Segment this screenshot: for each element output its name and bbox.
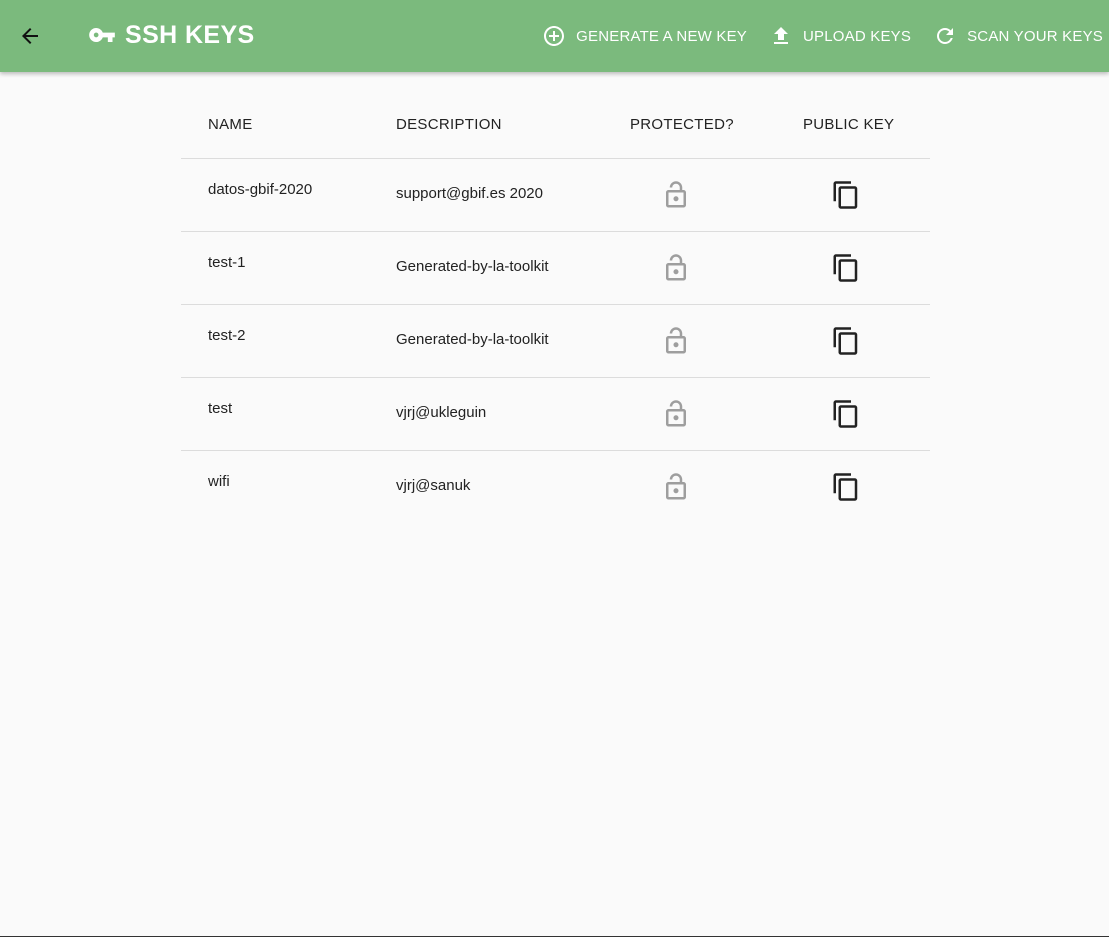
page-title: SSH KEYS <box>125 20 255 49</box>
refresh-icon <box>937 28 954 44</box>
upload-keys-label: UPLOAD KEYS <box>803 27 912 45</box>
key-name: test-1 <box>208 254 246 271</box>
scan-keys-label: SCAN YOUR KEYS <box>967 27 1103 45</box>
arrow-back-icon <box>22 28 38 44</box>
lock-open-icon <box>666 473 686 500</box>
ssh-keys-table: NAME DESCRIPTION PROTECTED? PUBLIC KEY d… <box>181 91 930 523</box>
copy-public-key-icon[interactable] <box>831 326 861 356</box>
page-title-group: SSH KEYS <box>88 18 255 52</box>
table-row: test-1 Generated-by-la-toolkit <box>181 232 930 305</box>
column-header-protected[interactable]: PROTECTED? <box>630 116 734 133</box>
generate-key-label: GENERATE A NEW KEY <box>576 27 748 45</box>
key-name: test <box>208 400 233 417</box>
upload-keys-button[interactable]: UPLOAD KEYS <box>757 16 911 56</box>
lock-open-icon <box>666 327 686 354</box>
lock-open-icon <box>666 181 686 208</box>
lock-open-icon <box>666 254 686 281</box>
toolbar-actions: GENERATE A NEW KEY UPLOAD KEYS SCAN YOUR… <box>520 0 1103 72</box>
key-description: support@gbif.es 2020 <box>396 185 543 202</box>
scan-keys-button[interactable]: SCAN YOUR KEYS <box>921 16 1103 56</box>
column-header-name[interactable]: NAME <box>208 116 253 133</box>
copy-public-key-icon[interactable] <box>831 399 861 429</box>
key-description: Generated-by-la-toolkit <box>396 258 549 275</box>
lock-open-icon <box>666 400 686 427</box>
key-icon <box>89 28 115 42</box>
key-name: datos-gbif-2020 <box>208 181 313 198</box>
back-button[interactable] <box>14 20 46 52</box>
plus-circle-icon <box>544 26 565 46</box>
copy-public-key-icon[interactable] <box>831 253 861 283</box>
table-row: test vjrj@ukleguin <box>181 378 930 451</box>
key-description: vjrj@sanuk <box>396 477 471 494</box>
key-name: wifi <box>208 473 230 490</box>
column-header-description[interactable]: DESCRIPTION <box>396 116 502 133</box>
table-row: datos-gbif-2020 support@gbif.es 2020 <box>181 159 930 232</box>
table-row: test-2 Generated-by-la-toolkit <box>181 305 930 378</box>
key-name: test-2 <box>208 327 246 344</box>
column-header-public-key[interactable]: PUBLIC KEY <box>803 116 894 133</box>
upload-icon <box>774 27 789 44</box>
app-bar: SSH KEYS GENERATE A NEW KEY UPLOAD KEYS … <box>0 0 1109 72</box>
generate-key-button[interactable]: GENERATE A NEW KEY <box>530 16 747 56</box>
key-description: vjrj@ukleguin <box>396 404 487 421</box>
copy-public-key-icon[interactable] <box>831 180 861 210</box>
table-header: NAME DESCRIPTION PROTECTED? PUBLIC KEY <box>181 91 930 159</box>
key-description: Generated-by-la-toolkit <box>396 331 549 348</box>
copy-public-key-icon[interactable] <box>831 472 861 502</box>
table-row: wifi vjrj@sanuk <box>181 451 930 523</box>
